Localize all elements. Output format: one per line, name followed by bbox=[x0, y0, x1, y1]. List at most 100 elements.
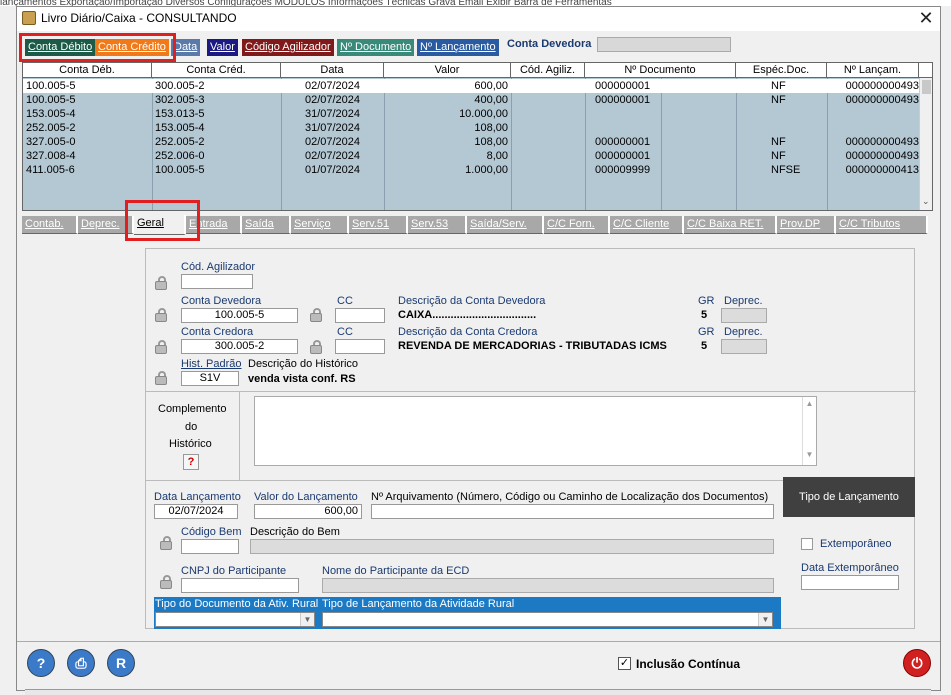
descricao-bem-field bbox=[250, 539, 774, 554]
tab-serv51[interactable]: Serv.51 bbox=[349, 216, 408, 234]
chevron-down-icon[interactable]: ▼ bbox=[758, 613, 772, 626]
tab-cc-baixa-ret[interactable]: C/C Baixa RET. bbox=[684, 216, 777, 234]
lookup-icon[interactable] bbox=[309, 308, 325, 322]
table-row[interactable]: 252.005-2 153.005-4 31/07/2024 108,00 bbox=[23, 121, 919, 135]
valor-lancamento-input[interactable]: 600,00 bbox=[254, 504, 362, 519]
conta-devedora-input[interactable]: 100.005-5 bbox=[181, 308, 298, 323]
help-icon[interactable]: ? bbox=[27, 649, 55, 677]
report-icon[interactable]: R bbox=[107, 649, 135, 677]
table-row[interactable]: 411.005-6 100.005-5 01/07/2024 1.000,00 … bbox=[23, 163, 919, 177]
tab-numero-lancamento[interactable]: Nº Lançamento bbox=[417, 39, 499, 56]
tipo-doc-rural-select[interactable]: ▼ bbox=[155, 612, 315, 627]
gr-devedora-value: 5 bbox=[701, 309, 708, 321]
tab-prov-dp[interactable]: Prov.DP bbox=[777, 216, 836, 234]
cell-conta-deb: 153.005-4 bbox=[26, 108, 76, 120]
cell-conta-cred: 153.013-5 bbox=[155, 108, 205, 120]
lookup-icon[interactable] bbox=[154, 308, 170, 322]
desc-conta-devedora-value: CAIXA.................................. bbox=[398, 309, 537, 321]
scroll-down-icon[interactable]: ⌄ bbox=[922, 196, 930, 207]
lancamentos-grid[interactable]: Conta Déb. Conta Créd. Data Valor Cód. A… bbox=[22, 62, 933, 211]
conta-devedora-filter-field[interactable] bbox=[597, 37, 731, 52]
highlight-box-geral bbox=[125, 200, 200, 241]
col-header-conta-cred[interactable]: Conta Créd. bbox=[152, 63, 281, 78]
extemporaneo-checkbox[interactable] bbox=[801, 538, 813, 550]
close-icon[interactable]: ✕ bbox=[913, 7, 939, 31]
tipo-lanc-rural-select[interactable]: ▼ bbox=[322, 612, 773, 627]
cell-data: 01/07/2024 bbox=[304, 164, 361, 176]
deprec-credora-field[interactable] bbox=[721, 339, 767, 354]
hist-padrao-label: Hist. Padrão bbox=[181, 358, 242, 370]
conta-devedora-filter-label: Conta Devedora bbox=[507, 38, 592, 50]
col-header-numero-lancamento[interactable]: Nº Lançam. bbox=[827, 63, 919, 78]
print-icon[interactable]: ⎙ bbox=[67, 649, 95, 677]
data-lancamento-input[interactable]: 02/07/2024 bbox=[154, 504, 238, 519]
power-icon[interactable]: ⏻ bbox=[903, 649, 931, 677]
cell-valor: 400,00 bbox=[474, 94, 508, 106]
cell-espec-doc: NFSE bbox=[771, 164, 801, 176]
deprec-devedora-field[interactable] bbox=[721, 308, 767, 323]
cod-agilizador-input[interactable] bbox=[181, 274, 253, 289]
tab-servico[interactable]: Serviço bbox=[291, 216, 349, 234]
cell-data: 02/07/2024 bbox=[304, 136, 361, 148]
table-row[interactable]: 153.005-4 153.013-5 31/07/2024 10.000,00 bbox=[23, 107, 919, 121]
window-title: Livro Diário/Caixa - CONSULTANDO bbox=[41, 11, 237, 25]
cell-numero-lancamento: 000000000493 bbox=[845, 80, 919, 92]
cell-numero-documento bbox=[595, 121, 659, 135]
codigo-bem-label: Código Bem bbox=[181, 526, 242, 538]
table-row[interactable]: 100.005-5 300.005-2 02/07/2024 600,00 00… bbox=[23, 79, 919, 93]
cell-data: 02/07/2024 bbox=[304, 94, 361, 106]
col-header-cod-agiliz[interactable]: Cód. Agiliz. bbox=[511, 63, 585, 78]
data-extemporaneo-input[interactable] bbox=[801, 575, 899, 590]
tab-valor[interactable]: Valor bbox=[207, 39, 238, 56]
col-header-valor[interactable]: Valor bbox=[384, 63, 511, 78]
tab-cc-tributos[interactable]: C/C Tributos bbox=[836, 216, 928, 234]
tab-numero-documento[interactable]: Nº Documento bbox=[337, 39, 415, 56]
cell-conta-cred: 252.005-2 bbox=[155, 136, 205, 148]
lookup-icon[interactable] bbox=[154, 371, 170, 385]
cnpj-participante-label: CNPJ do Participante bbox=[181, 565, 287, 577]
lookup-icon[interactable] bbox=[154, 340, 170, 354]
tab-serv53[interactable]: Serv.53 bbox=[408, 216, 467, 234]
deprec-label: Deprec. bbox=[724, 326, 763, 338]
scrollbar-thumb[interactable] bbox=[922, 80, 931, 94]
cc-credora-input[interactable] bbox=[335, 339, 385, 354]
arquivamento-input[interactable] bbox=[371, 504, 774, 519]
col-header-espec-doc[interactable]: Espéc.Doc. bbox=[736, 63, 827, 78]
col-header-data[interactable]: Data bbox=[281, 63, 384, 78]
tab-cc-forn[interactable]: C/C Forn. bbox=[544, 216, 610, 234]
textarea-scrollbar[interactable]: ▲ ▼ bbox=[802, 397, 816, 465]
codigo-bem-input[interactable] bbox=[181, 539, 239, 554]
cell-conta-cred: 252.006-0 bbox=[155, 150, 205, 162]
divider bbox=[17, 641, 940, 642]
inclusao-continua-checkbox[interactable]: ✓ bbox=[618, 657, 631, 670]
cell-valor: 108,00 bbox=[474, 136, 508, 148]
desc-conta-credora-value: REVENDA DE MERCADORIAS - TRIBUTADAS ICMS bbox=[398, 340, 667, 352]
table-row[interactable]: 327.008-4 252.006-0 02/07/2024 8,00 0000… bbox=[23, 149, 919, 163]
tab-codigo-agilizador[interactable]: Código Agilizador bbox=[242, 39, 334, 56]
lookup-icon[interactable] bbox=[309, 340, 325, 354]
cnpj-participante-input[interactable] bbox=[181, 578, 299, 593]
col-header-conta-deb[interactable]: Conta Déb. bbox=[23, 63, 152, 78]
chevron-down-icon[interactable]: ▼ bbox=[300, 613, 314, 626]
grid-scrollbar[interactable]: ⌄ bbox=[919, 78, 932, 210]
cell-conta-cred: 100.005-5 bbox=[155, 164, 205, 176]
tab-contab[interactable]: Contab. bbox=[22, 216, 78, 234]
cell-valor: 8,00 bbox=[486, 150, 508, 162]
tab-saida-serv[interactable]: Saída/Serv. bbox=[467, 216, 544, 234]
status-bar bbox=[25, 689, 931, 695]
table-row[interactable]: 100.005-5 302.005-3 02/07/2024 400,00 00… bbox=[23, 93, 919, 107]
table-row[interactable]: 327.005-0 252.005-2 02/07/2024 108,00 00… bbox=[23, 135, 919, 149]
cell-cod-agiliz bbox=[512, 107, 582, 121]
cc-devedora-input[interactable] bbox=[335, 308, 385, 323]
lookup-icon[interactable] bbox=[154, 276, 170, 290]
help-question-button[interactable]: ? bbox=[183, 454, 199, 470]
lookup-icon[interactable] bbox=[159, 536, 175, 550]
tab-saida[interactable]: Saída bbox=[242, 216, 291, 234]
complemento-historico-textarea[interactable]: ▲ ▼ bbox=[254, 396, 817, 466]
lookup-icon[interactable] bbox=[159, 575, 175, 589]
cell-conta-cred: 300.005-2 bbox=[155, 80, 205, 92]
tab-cc-cliente[interactable]: C/C Cliente bbox=[610, 216, 684, 234]
col-header-numero-documento[interactable]: Nº Documento bbox=[585, 63, 736, 78]
conta-credora-input[interactable]: 300.005-2 bbox=[181, 339, 298, 354]
hist-padrao-input[interactable]: S1V bbox=[181, 371, 239, 386]
